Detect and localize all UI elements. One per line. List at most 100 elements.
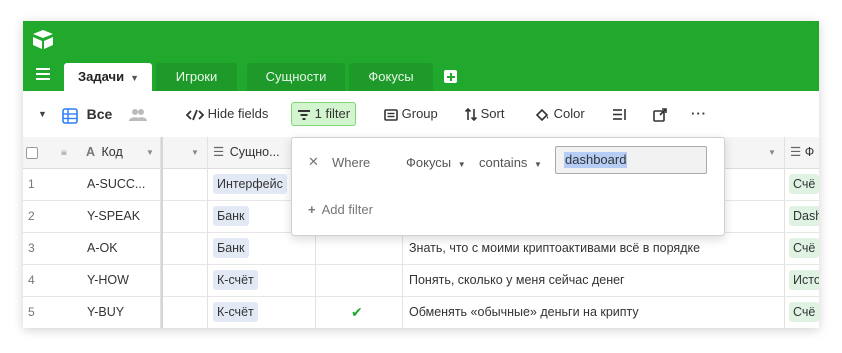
- linked-record-pill: Счё: [789, 238, 819, 258]
- code-cell[interactable]: Y-BUY: [87, 297, 124, 328]
- remove-filter-icon[interactable]: ✕: [308, 154, 319, 170]
- linked-record-pill: Банк: [213, 238, 249, 258]
- tab-label: Сущности: [265, 69, 327, 84]
- tab-entities[interactable]: Сущности: [247, 63, 345, 91]
- table-row[interactable]: 5 Y-BUY К-счёт ✔ Обменять «обычные» день…: [23, 297, 819, 328]
- tab-tasks[interactable]: Задачи ▼: [64, 63, 152, 91]
- chevron-down-icon: ▼: [457, 160, 466, 169]
- tab-label: Игроки: [175, 69, 218, 84]
- chevron-down-icon[interactable]: ▼: [146, 137, 154, 168]
- code-cell[interactable]: A-SUCC...: [87, 169, 145, 200]
- more-options-icon[interactable]: ···: [691, 104, 707, 124]
- entity-cell[interactable]: Банк: [213, 201, 249, 232]
- hide-fields-icon: [185, 109, 205, 120]
- linked-record-pill: Исто: [789, 270, 819, 290]
- grid-view-icon: [62, 107, 78, 124]
- entity-cell[interactable]: К-счёт: [213, 265, 258, 296]
- focus-cell[interactable]: Счё: [789, 233, 819, 264]
- paint-bucket-icon: [535, 108, 549, 121]
- tab-focuses[interactable]: Фокусы: [349, 63, 433, 91]
- entity-cell[interactable]: К-счёт: [213, 297, 258, 328]
- share-view-icon[interactable]: [653, 104, 667, 124]
- column-divider: [784, 137, 785, 328]
- row-height-icon[interactable]: [613, 104, 627, 124]
- group-label: Group: [401, 106, 438, 121]
- filter-field-select[interactable]: Фокусы ▼: [406, 155, 466, 170]
- filter-label: 1 filter: [314, 106, 351, 121]
- chevron-down-icon[interactable]: ▼: [768, 137, 776, 168]
- focus-cell[interactable]: Исто: [789, 265, 819, 296]
- filter-operator-value: contains: [479, 155, 528, 170]
- filter-value-text: dashboard: [564, 152, 628, 168]
- sort-icon: [464, 107, 478, 122]
- entity-cell[interactable]: Интерфейс: [213, 169, 287, 200]
- filter-icon: [298, 109, 310, 120]
- sort-button[interactable]: Sort: [464, 104, 505, 124]
- linked-record-pill: Счё: [789, 174, 819, 194]
- entity-cell[interactable]: Банк: [213, 233, 249, 264]
- menu-icon[interactable]: [36, 68, 50, 82]
- table-row[interactable]: 3 A-OK Банк Знать, что с моими криптоакт…: [23, 233, 819, 265]
- tab-label: Задачи: [78, 69, 125, 84]
- app-logo-icon[interactable]: [31, 28, 55, 50]
- app-window: Задачи ▼ Игроки Сущности Фокусы ▼ Все Hi…: [23, 21, 819, 328]
- chevron-down-icon[interactable]: ▼: [130, 73, 139, 83]
- color-button[interactable]: Color: [535, 104, 585, 124]
- code-cell[interactable]: Y-HOW: [87, 265, 129, 296]
- view-switcher[interactable]: Все: [62, 104, 112, 124]
- group-button[interactable]: Group: [384, 104, 438, 124]
- goal-cell[interactable]: Знать, что с моими криптоактивами всё в …: [409, 233, 785, 264]
- column-header-focus[interactable]: ☰ Ф: [790, 137, 819, 168]
- column-header-code[interactable]: A Код ▼: [86, 137, 161, 168]
- filter-button[interactable]: 1 filter: [291, 102, 357, 126]
- linked-record-pill: Интерфейс: [213, 174, 287, 194]
- linked-record-pill: К-счёт: [213, 270, 258, 290]
- plus-icon: +: [308, 202, 316, 217]
- focus-cell[interactable]: Dash: [789, 201, 819, 232]
- chevron-down-icon[interactable]: ▼: [38, 104, 47, 124]
- goal-cell[interactable]: Понять, сколько у меня сейчас денег: [409, 265, 785, 296]
- linked-record-pill: Dash: [789, 206, 819, 226]
- lock-icon: 🔒︎: [61, 146, 67, 158]
- filter-operator-select[interactable]: contains ▼: [479, 155, 542, 170]
- linked-record-pill: Счё: [789, 302, 819, 322]
- focus-cell[interactable]: Счё: [789, 169, 819, 200]
- code-cell[interactable]: A-OK: [87, 233, 118, 264]
- add-filter-label: Add filter: [321, 202, 373, 217]
- sort-label: Sort: [480, 106, 505, 121]
- row-number: 4: [28, 273, 35, 287]
- add-filter-button[interactable]: + Add filter: [308, 202, 373, 217]
- column-header-entity[interactable]: ☰ Сущно...: [213, 137, 291, 168]
- hide-fields-label: Hide fields: [207, 106, 269, 121]
- color-label: Color: [553, 106, 585, 121]
- linked-field-icon: ☰: [213, 145, 225, 159]
- filter-value-input[interactable]: dashboard: [555, 146, 707, 174]
- tab-label: Фокусы: [368, 69, 414, 84]
- chevron-down-icon[interactable]: ▼: [191, 137, 199, 168]
- hide-fields-button[interactable]: Hide fields: [185, 104, 269, 124]
- tab-players[interactable]: Игроки: [156, 63, 237, 91]
- row-number: 2: [28, 209, 35, 223]
- frozen-column-divider: [161, 137, 163, 328]
- linked-record-pill: К-счёт: [213, 302, 258, 322]
- add-table-button[interactable]: [444, 70, 457, 83]
- focus-cell[interactable]: Счё: [789, 297, 819, 328]
- filter-where-label: Where: [332, 155, 371, 170]
- column-label: Код: [101, 145, 123, 159]
- top-bar: Задачи ▼ Игроки Сущности Фокусы: [23, 21, 819, 91]
- view-name: Все: [86, 106, 113, 122]
- view-toolbar: ▼ Все Hide fields 1 filter Group Sort Co…: [23, 91, 819, 137]
- row-number: 1: [28, 177, 35, 191]
- select-all-checkbox[interactable]: [26, 137, 38, 168]
- checkmark-icon[interactable]: ✔: [351, 297, 363, 328]
- filter-popup: ✕ Where Фокусы ▼ contains ▼ dashboard + A…: [291, 137, 725, 236]
- column-divider: [207, 137, 208, 328]
- row-number: 5: [28, 305, 35, 319]
- table-row[interactable]: 4 Y-HOW К-счёт Понять, сколько у меня се…: [23, 265, 819, 297]
- text-field-icon: A: [86, 145, 96, 159]
- collaborators-icon[interactable]: [129, 104, 147, 124]
- group-icon: [384, 108, 398, 121]
- filter-field-value: Фокусы: [406, 155, 452, 170]
- code-cell[interactable]: Y-SPEAK: [87, 201, 140, 232]
- goal-cell[interactable]: Обменять «обычные» деньги на крипту: [409, 297, 785, 328]
